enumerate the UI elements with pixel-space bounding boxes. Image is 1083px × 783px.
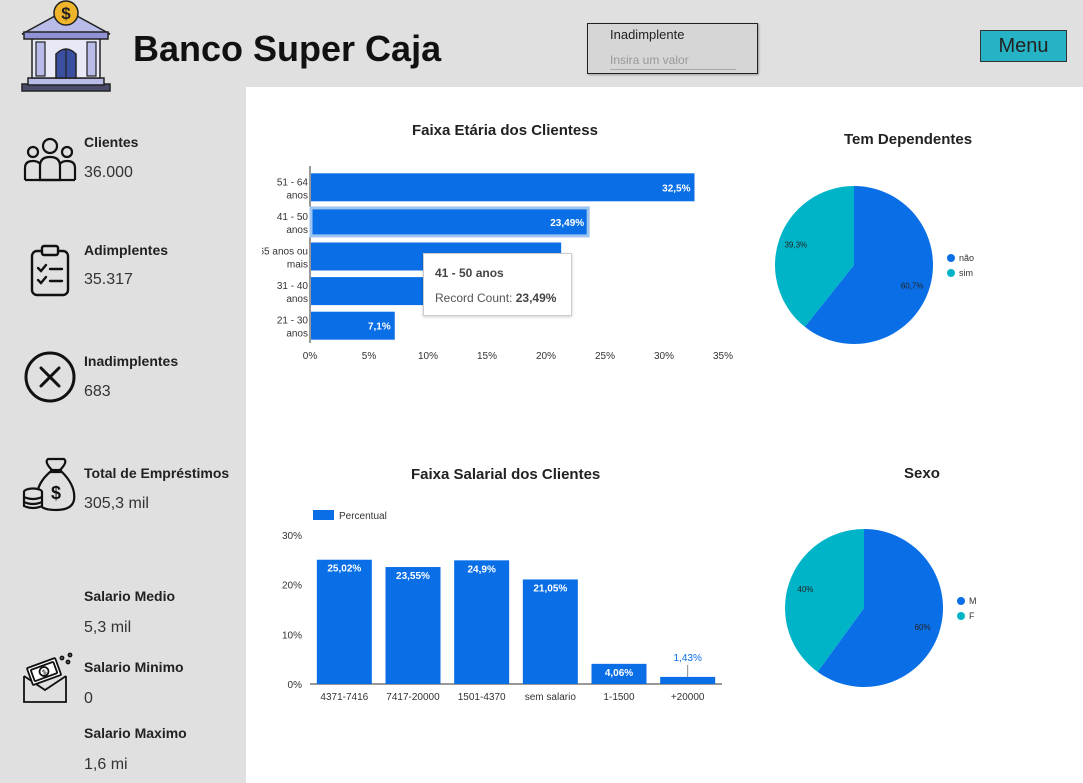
clientes-label: Clientes xyxy=(84,134,139,150)
svg-text:$: $ xyxy=(51,483,61,503)
clipboard-check-icon xyxy=(30,244,70,297)
age-bar[interactable] xyxy=(311,173,695,202)
age-category-label: 31 - 40 xyxy=(277,281,309,292)
sexo-data-label: 40% xyxy=(797,585,813,594)
salary-data-label: 25,02% xyxy=(327,564,361,575)
age-tick-label: 15% xyxy=(477,351,497,362)
inadimplentes-label: Inadimplentes xyxy=(84,353,179,369)
salary-category-label: +20000 xyxy=(671,692,705,703)
age-category-label: 51 - 64 xyxy=(277,177,309,188)
chart-tooltip: 41 - 50 anos Record Count: 23,49% xyxy=(423,253,572,316)
clientes-value: 36.000 xyxy=(84,164,133,181)
chart-title-sexo: Sexo xyxy=(904,465,940,482)
sexo-pie-chart[interactable]: 60% 40% MF xyxy=(780,525,1000,691)
salary-bar[interactable] xyxy=(316,559,372,684)
svg-text:$: $ xyxy=(61,4,71,23)
salary-category-label: 1501-4370 xyxy=(458,692,506,703)
tooltip-row: Record Count: 23,49% xyxy=(435,291,556,305)
legend-swatch xyxy=(957,612,965,620)
age-category-label: anos xyxy=(286,225,308,236)
age-category-label: anos xyxy=(286,190,308,201)
x-circle-icon xyxy=(24,351,76,403)
inadimplente-filter[interactable]: Inadimplente xyxy=(587,23,758,74)
salary-category-label: 4371-7416 xyxy=(320,692,368,703)
age-category-label: anos xyxy=(286,329,308,340)
legend-swatch xyxy=(957,597,965,605)
salary-bar[interactable] xyxy=(385,567,441,684)
salario-minimo-value: 0 xyxy=(84,690,93,707)
dependentes-pie-chart[interactable]: 60,7% 39,3% não sim xyxy=(770,182,990,348)
salario-medio-label: Salario Medio xyxy=(84,588,176,604)
age-bar[interactable] xyxy=(309,206,590,238)
salario-maximo-value: 1,6 mi xyxy=(84,756,128,773)
salary-data-label: 4,06% xyxy=(605,668,633,679)
chart-title-faixa-etaria: Faixa Etária dos Clientess xyxy=(412,122,598,139)
menu-button[interactable]: Menu xyxy=(980,30,1067,62)
chart-title-dependentes: Tem Dependentes xyxy=(844,131,973,148)
app-title: Banco Super Caja xyxy=(133,28,442,69)
age-data-label: 32,5% xyxy=(662,183,690,194)
salary-data-label: 24,9% xyxy=(467,564,495,575)
dependentes-data-label: 60,7% xyxy=(901,281,924,290)
age-tick-label: 0% xyxy=(303,351,318,362)
salary-bar[interactable] xyxy=(522,579,578,684)
salario-maximo-label: Salario Maximo xyxy=(84,725,187,741)
salary-bar[interactable] xyxy=(660,676,716,684)
money-envelope-icon: $ xyxy=(23,652,73,703)
age-tick-label: 20% xyxy=(536,351,556,362)
dependentes-data-label: 39,3% xyxy=(784,241,807,250)
inadimplentes-value: 683 xyxy=(84,383,111,400)
age-category-label: anos xyxy=(286,294,308,305)
salary-tick-label: 10% xyxy=(282,630,302,641)
salario-medio-value: 5,3 mil xyxy=(84,619,132,636)
salary-bar-chart[interactable]: Percentual 0% 10% 20% 30% 4371-7416 25,02% 7417… xyxy=(270,500,730,710)
salary-category-label: 1-1500 xyxy=(603,692,635,703)
salary-tick-label: 20% xyxy=(282,581,302,592)
age-category-label: 21 - 30 xyxy=(277,316,309,327)
sexo-data-label: 60% xyxy=(915,623,931,632)
salary-bar[interactable] xyxy=(454,560,510,684)
age-tick-label: 25% xyxy=(595,351,615,362)
salary-tick-label: 30% xyxy=(282,531,302,542)
age-tick-label: 5% xyxy=(362,351,377,362)
age-tick-label: 30% xyxy=(654,351,674,362)
tooltip-title: 41 - 50 anos xyxy=(435,266,504,280)
legend-label: Percentual xyxy=(339,511,387,522)
legend-label: não xyxy=(959,253,974,263)
age-category-label: mais xyxy=(287,260,308,271)
total-emprestimos-label: Total de Empréstimos xyxy=(84,465,230,481)
legend-label: F xyxy=(969,611,975,621)
age-data-label: 7,1% xyxy=(368,322,391,333)
legend-label: sim xyxy=(959,268,973,278)
salary-category-label: 7417-20000 xyxy=(386,692,440,703)
filter-label: Inadimplente xyxy=(610,27,685,42)
age-category-label: 65 anos ou xyxy=(262,247,308,258)
legend-swatch xyxy=(313,510,334,520)
salario-minimo-label: Salario Minimo xyxy=(84,659,184,675)
age-category-label: 41 - 50 xyxy=(277,212,309,223)
salary-data-label: 23,55% xyxy=(396,571,430,582)
bank-icon: $ xyxy=(21,0,111,92)
salary-tick-label: 0% xyxy=(288,680,303,691)
total-emprestimos-value: 305,3 mil xyxy=(84,495,149,512)
chart-title-faixa-salarial: Faixa Salarial dos Clientes xyxy=(411,466,601,483)
legend-swatch xyxy=(947,269,955,277)
users-icon xyxy=(23,137,77,182)
tooltip-metric-value: 23,49% xyxy=(515,291,557,305)
legend-swatch xyxy=(947,254,955,262)
age-tick-label: 35% xyxy=(713,351,733,362)
tooltip-metric-label: Record Count: xyxy=(435,291,513,305)
age-data-label: 23,49% xyxy=(550,218,584,229)
adimplentes-value: 35.317 xyxy=(84,271,133,288)
filter-input[interactable] xyxy=(610,50,736,70)
salary-category-label: sem salario xyxy=(525,692,577,703)
age-tick-label: 10% xyxy=(418,351,438,362)
salary-data-label: 21,05% xyxy=(533,583,567,594)
money-bag-icon: $ xyxy=(22,457,76,512)
adimplentes-label: Adimplentes xyxy=(84,242,169,258)
salary-data-label: 1,43% xyxy=(673,653,701,664)
legend-label: M xyxy=(969,596,977,606)
